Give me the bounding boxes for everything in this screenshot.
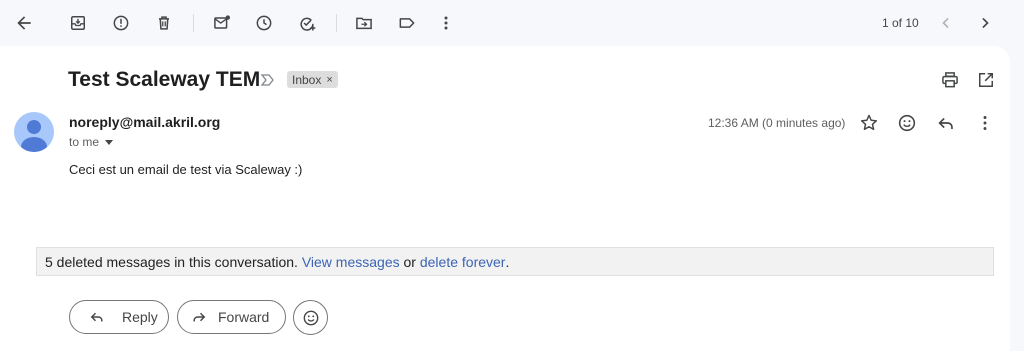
- message-more-vert-icon[interactable]: [974, 112, 996, 134]
- message-timestamp: 12:36 AM (0 minutes ago): [708, 116, 846, 130]
- back-arrow-icon[interactable]: [10, 9, 38, 37]
- caret-down-icon: [105, 139, 114, 145]
- forward-arrow-icon: [193, 312, 206, 322]
- emoji-reaction-button[interactable]: [293, 300, 328, 335]
- mark-unread-icon[interactable]: [208, 9, 236, 37]
- message-body: Ceci est un email de test via Scaleway :…: [69, 162, 303, 177]
- snooze-icon[interactable]: [250, 9, 278, 37]
- reply-icon[interactable]: [935, 112, 957, 134]
- open-in-new-window-icon[interactable]: [976, 70, 996, 90]
- delete-icon[interactable]: [150, 9, 178, 37]
- deleted-notice-text: 5 deleted messages in this conversation.: [45, 253, 298, 270]
- report-spam-icon[interactable]: [107, 9, 135, 37]
- chevron-left-icon[interactable]: [932, 9, 960, 37]
- add-to-tasks-icon[interactable]: [293, 9, 321, 37]
- move-to-icon[interactable]: [350, 9, 378, 37]
- importance-marker-icon[interactable]: [260, 73, 276, 87]
- reply-arrow-icon: [90, 312, 103, 322]
- pagination-count: 1 of 10: [882, 16, 919, 30]
- sender-address[interactable]: noreply@mail.akril.org: [69, 114, 220, 130]
- add-reaction-icon[interactable]: [896, 112, 918, 134]
- reply-button[interactable]: Reply: [69, 300, 169, 334]
- archive-icon[interactable]: [64, 9, 92, 37]
- label-icon[interactable]: [393, 9, 421, 37]
- deleted-messages-notice: 5 deleted messages in this conversation.…: [36, 247, 994, 276]
- forward-button-label: Forward: [218, 309, 270, 325]
- remove-label-icon[interactable]: ×: [326, 74, 332, 86]
- toolbar-divider: [193, 14, 194, 32]
- emoji-icon: [303, 310, 318, 325]
- forward-button[interactable]: Forward: [177, 300, 286, 334]
- person-icon: [21, 120, 47, 152]
- deleted-notice-or: or: [403, 253, 416, 270]
- thread-subject: Test Scaleway TEM: [68, 68, 261, 91]
- more-vert-icon[interactable]: [432, 9, 460, 37]
- reply-button-label: Reply: [122, 309, 158, 325]
- print-icon[interactable]: [940, 70, 960, 90]
- deleted-notice-period: .: [505, 253, 510, 270]
- delete-forever-link[interactable]: delete forever: [420, 254, 506, 270]
- recipient-details-toggle[interactable]: to me: [69, 135, 114, 149]
- message-pane: Test Scaleway TEM Inbox × noreply@mail.a…: [0, 46, 1010, 351]
- toolbar-divider: [336, 14, 337, 32]
- star-icon[interactable]: [858, 112, 880, 134]
- chevron-right-icon[interactable]: [971, 9, 999, 37]
- sender-avatar[interactable]: [14, 112, 54, 152]
- toolbar: 1 of 10: [0, 0, 1024, 46]
- view-messages-link[interactable]: View messages: [302, 254, 400, 270]
- label-chip-text: Inbox: [292, 72, 322, 87]
- recipient-label: to me: [69, 135, 100, 149]
- inbox-label-chip[interactable]: Inbox ×: [287, 71, 338, 88]
